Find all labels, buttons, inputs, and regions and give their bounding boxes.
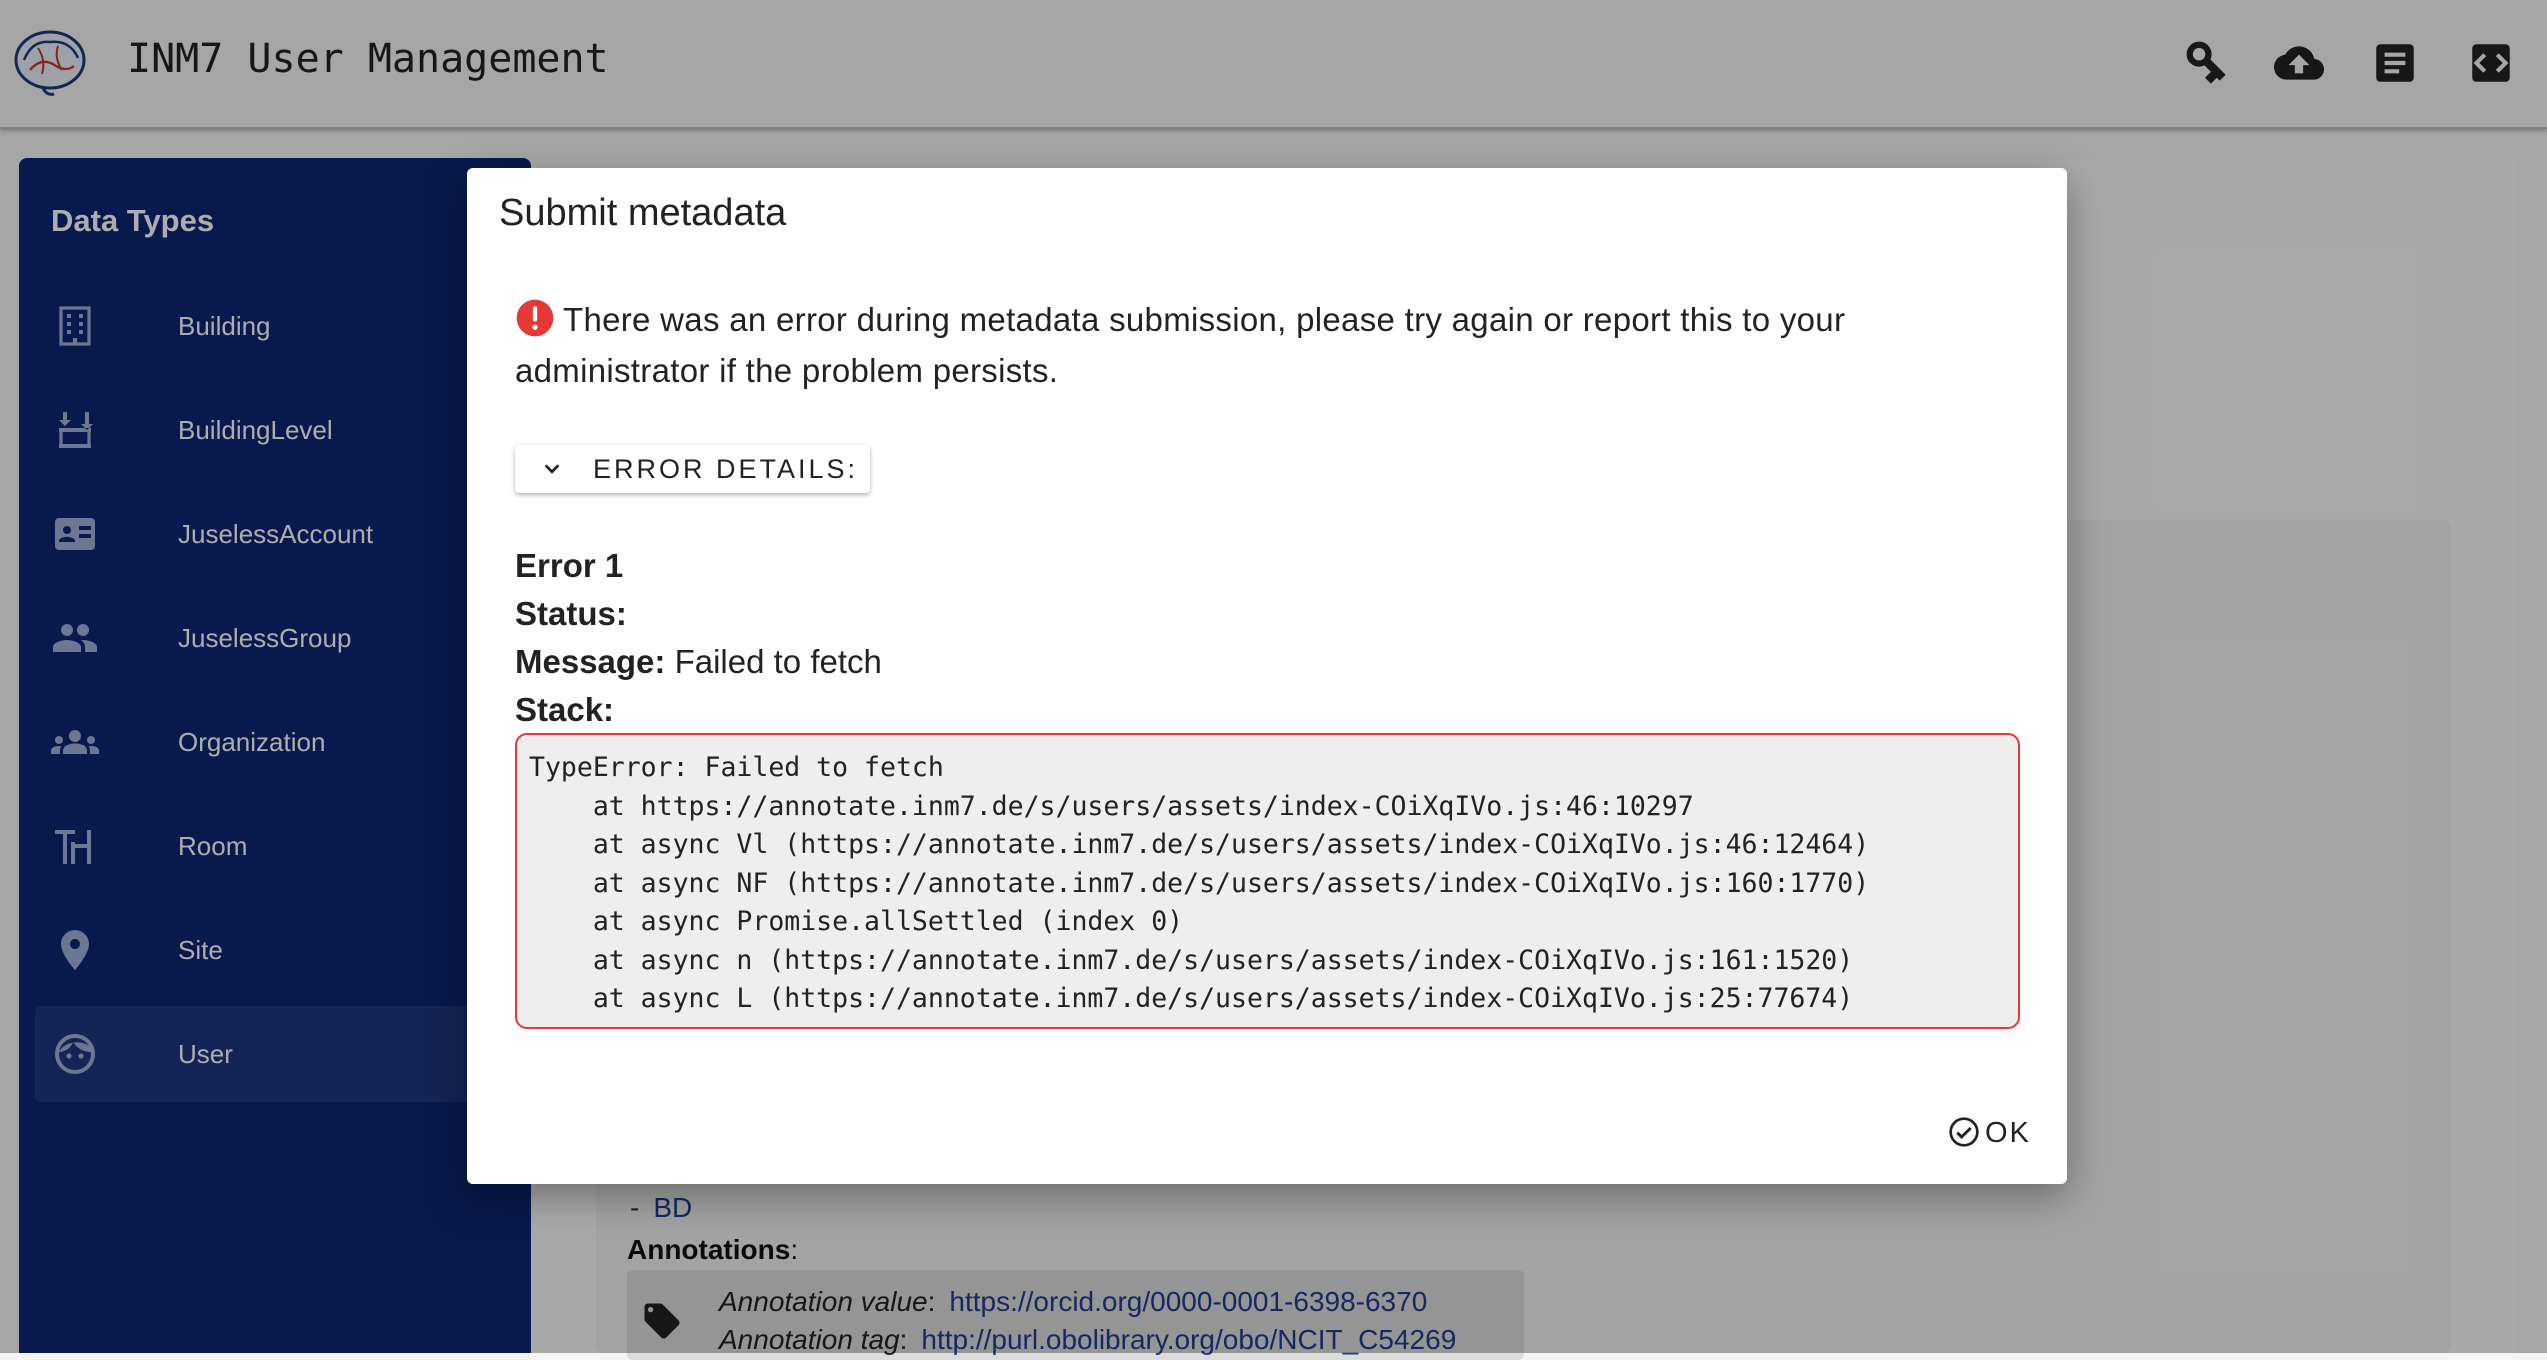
stack-trace-box[interactable]: TypeError: Failed to fetch at https://an… xyxy=(515,733,2020,1029)
error-message-text: There was an error during metadata submi… xyxy=(515,301,1846,389)
stack-line: TypeError: Failed to fetch xyxy=(529,752,944,783)
stack-line: at async L (https://annotate.inm7.de/s/u… xyxy=(529,983,1854,1014)
stack-line: at async NF (https://annotate.inm7.de/s/… xyxy=(529,867,1870,899)
ok-label: OK xyxy=(1985,1117,2031,1149)
stack-label: Stack: xyxy=(515,691,615,728)
stack-line: at async n (https://annotate.inm7.de/s/u… xyxy=(529,944,1854,976)
error-details-label: ERROR DETAILS: xyxy=(593,454,859,484)
message-field: Message: Failed to fetch xyxy=(515,643,882,680)
stack-line: at async Promise.allSettled (index 0) xyxy=(529,906,1184,937)
stack-line: at https://annotate.inm7.de/s/users/asse… xyxy=(529,790,1694,822)
error-details-toggle-button[interactable]: ERROR DETAILS: xyxy=(515,445,870,493)
error-heading: Error 1 xyxy=(515,547,624,584)
stack-line: at async Vl (https://annotate.inm7.de/s/… xyxy=(529,829,1870,860)
error-message: There was an error during metadata submi… xyxy=(515,294,2015,396)
chevron-down-icon xyxy=(541,458,563,480)
status-field: Status: xyxy=(515,595,627,632)
ok-button[interactable]: OK xyxy=(1948,1111,2032,1153)
error-icon xyxy=(515,298,555,338)
dialog-title: Submit metadata xyxy=(499,192,787,234)
message-value: Failed to fetch xyxy=(674,643,882,680)
check-circle-icon xyxy=(1948,1116,1980,1148)
submit-metadata-dialog: Submit metadata There was an error durin… xyxy=(467,168,2067,1184)
